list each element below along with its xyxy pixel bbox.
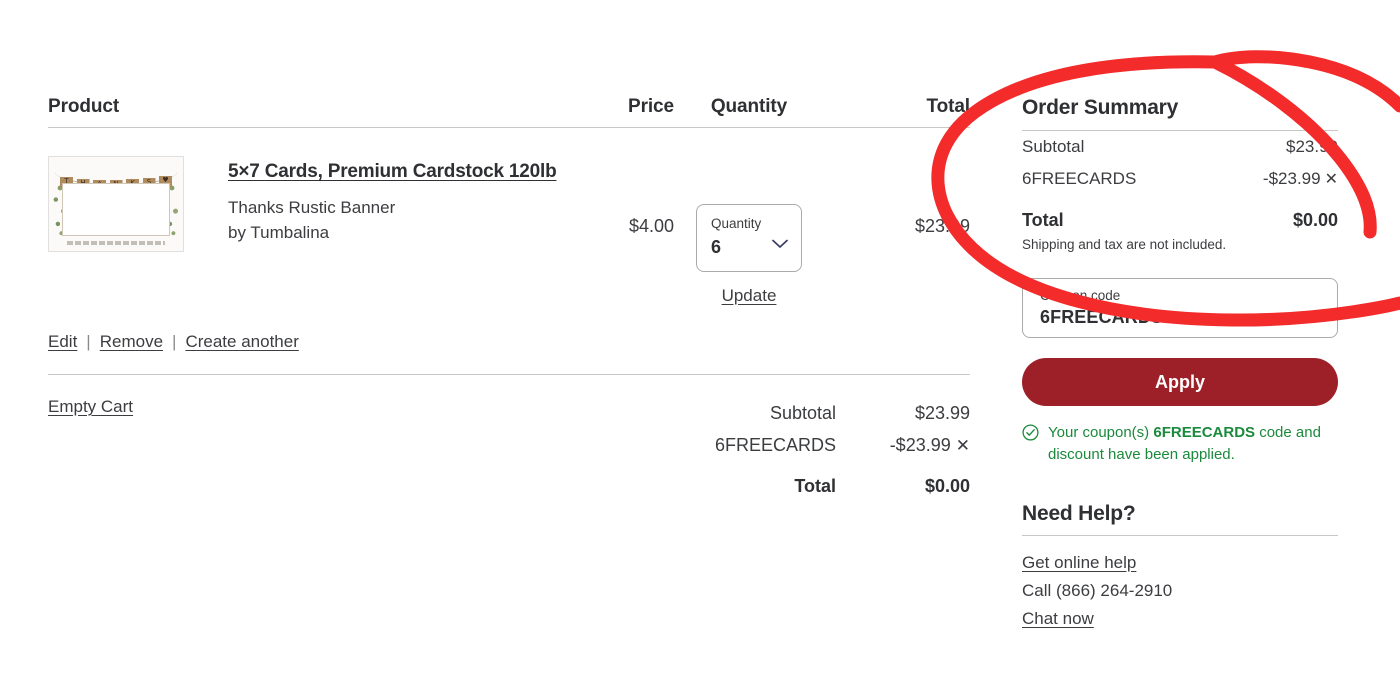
remove-item-link[interactable]: Remove [100, 332, 163, 352]
column-header-quantity: Quantity [710, 96, 788, 117]
summary-total-amount: $0.00 [1292, 210, 1338, 230]
check-circle-icon [1022, 424, 1039, 448]
order-summary-title: Order Summary [1022, 96, 1179, 119]
need-help-links: Get online help Call (866) 264-2910 Chat… [1022, 549, 1338, 633]
coupon-success-text: Your coupon(s) 6FREECARDS code and disco… [1048, 422, 1338, 466]
quantity-select-label: Quantity [711, 216, 762, 231]
create-another-link[interactable]: Create another [185, 332, 298, 352]
summary-discount-amount-wrap: -$23.99 ✕ [1263, 163, 1338, 196]
cart-totals: Subtotal $23.99 6FREECARDS -$23.99 ✕ Tota… [610, 397, 970, 502]
need-help-section: Need Help? Get online help Call (866) 26… [1022, 502, 1338, 633]
coupon-success-prefix: Your coupon(s) [1048, 424, 1150, 441]
summary-row-total: Total $0.00 [1022, 204, 1338, 236]
support-phone-number: Call (866) 264-2910 [1022, 581, 1173, 600]
summary-row-discount: 6FREECARDS -$23.99 ✕ [1022, 163, 1338, 196]
cart-footer: Empty Cart Subtotal $23.99 6FREECARDS -$… [48, 375, 970, 502]
cart-total-row-subtotal: Subtotal $23.99 [610, 397, 970, 429]
summary-row-subtotal: Subtotal $23.99 [1022, 131, 1338, 163]
card-face-decoration [62, 183, 170, 236]
cart-subtotal-label: Subtotal [769, 403, 836, 423]
cart-grand-total-label: Total [794, 476, 836, 496]
coupon-code-value: 6FREECARDS [1040, 307, 1164, 327]
cart-discount-label: 6FREECARDS [714, 435, 836, 455]
need-help-title: Need Help? [1022, 502, 1136, 525]
apply-coupon-button[interactable]: Apply [1022, 358, 1338, 406]
quantity-select-value: 6 [711, 237, 722, 257]
chat-now-link[interactable]: Chat now [1022, 605, 1094, 633]
get-online-help-link[interactable]: Get online help [1022, 549, 1136, 577]
summary-total-label: Total [1022, 210, 1064, 230]
product-unit-price: $4.00 [628, 216, 674, 236]
cart-total-row-grand: Total $0.00 [610, 470, 970, 502]
product-line-total: $23.99 [914, 216, 970, 236]
product-designer: by Tumbalina [228, 223, 330, 242]
action-separator: | [172, 332, 177, 351]
cart-table-header: Product Price Quantity Total [48, 96, 970, 127]
chevron-down-icon [772, 239, 788, 249]
column-header-product: Product [48, 96, 120, 117]
quantity-cell: Quantity 6 Update [674, 156, 824, 306]
card-caption-decoration [67, 241, 165, 245]
product-info-cell: 5×7 Cards, Premium Cardstock 120lb Thank… [228, 156, 560, 245]
summary-discount-amount: -$23.99 [1262, 169, 1321, 188]
line-item-actions: Edit | Remove | Create another [48, 332, 970, 352]
product-thumbnail-cell: T H A N K S ♥ [48, 156, 228, 252]
product-thumbnail[interactable]: T H A N K S ♥ [48, 156, 184, 252]
coupon-success-code: 6FREECARDS [1153, 424, 1256, 441]
summary-tax-note: Shipping and tax are not included. [1022, 237, 1227, 252]
summary-subtotal-label: Subtotal [1022, 137, 1085, 156]
summary-subtotal-amount: $23.99 [1286, 137, 1338, 156]
empty-cart-link[interactable]: Empty Cart [48, 397, 133, 417]
coupon-code-label: Coupon code [1040, 288, 1121, 303]
coupon-success-message: Your coupon(s) 6FREECARDS code and disco… [1022, 422, 1338, 466]
cart-line-item: T H A N K S ♥ 5×7 Cards, Premium Cardsto… [48, 128, 970, 306]
column-header-total: Total [926, 96, 971, 117]
action-separator: | [86, 332, 91, 351]
column-header-price: Price [628, 96, 674, 117]
product-design-name: Thanks Rustic Banner [228, 198, 396, 217]
cart-discount-amount-wrap: -$23.99 ✕ [836, 429, 970, 462]
cart-total-row-discount: 6FREECARDS -$23.99 ✕ [610, 429, 970, 462]
quantity-select[interactable]: Quantity 6 [696, 204, 802, 272]
cart-table: Product Price Quantity Total T H A N K S… [48, 96, 970, 502]
update-quantity-link[interactable]: Update [722, 286, 777, 306]
order-summary-panel: Order Summary Subtotal $23.99 6FREECARDS… [1022, 96, 1338, 633]
coupon-code-input[interactable]: Coupon code 6FREECARDS [1022, 278, 1338, 338]
summary-discount-label: 6FREECARDS [1022, 169, 1137, 188]
cart-discount-amount: -$23.99 [889, 435, 951, 455]
cart-grand-total-amount: $0.00 [924, 476, 970, 496]
remove-discount-icon[interactable]: ✕ [1325, 171, 1338, 188]
remove-discount-icon[interactable]: ✕ [956, 436, 970, 455]
edit-item-link[interactable]: Edit [48, 332, 77, 352]
need-help-divider [1022, 535, 1338, 536]
product-title-link[interactable]: 5×7 Cards, Premium Cardstock 120lb [228, 161, 557, 182]
cart-subtotal-amount: $23.99 [914, 403, 970, 423]
